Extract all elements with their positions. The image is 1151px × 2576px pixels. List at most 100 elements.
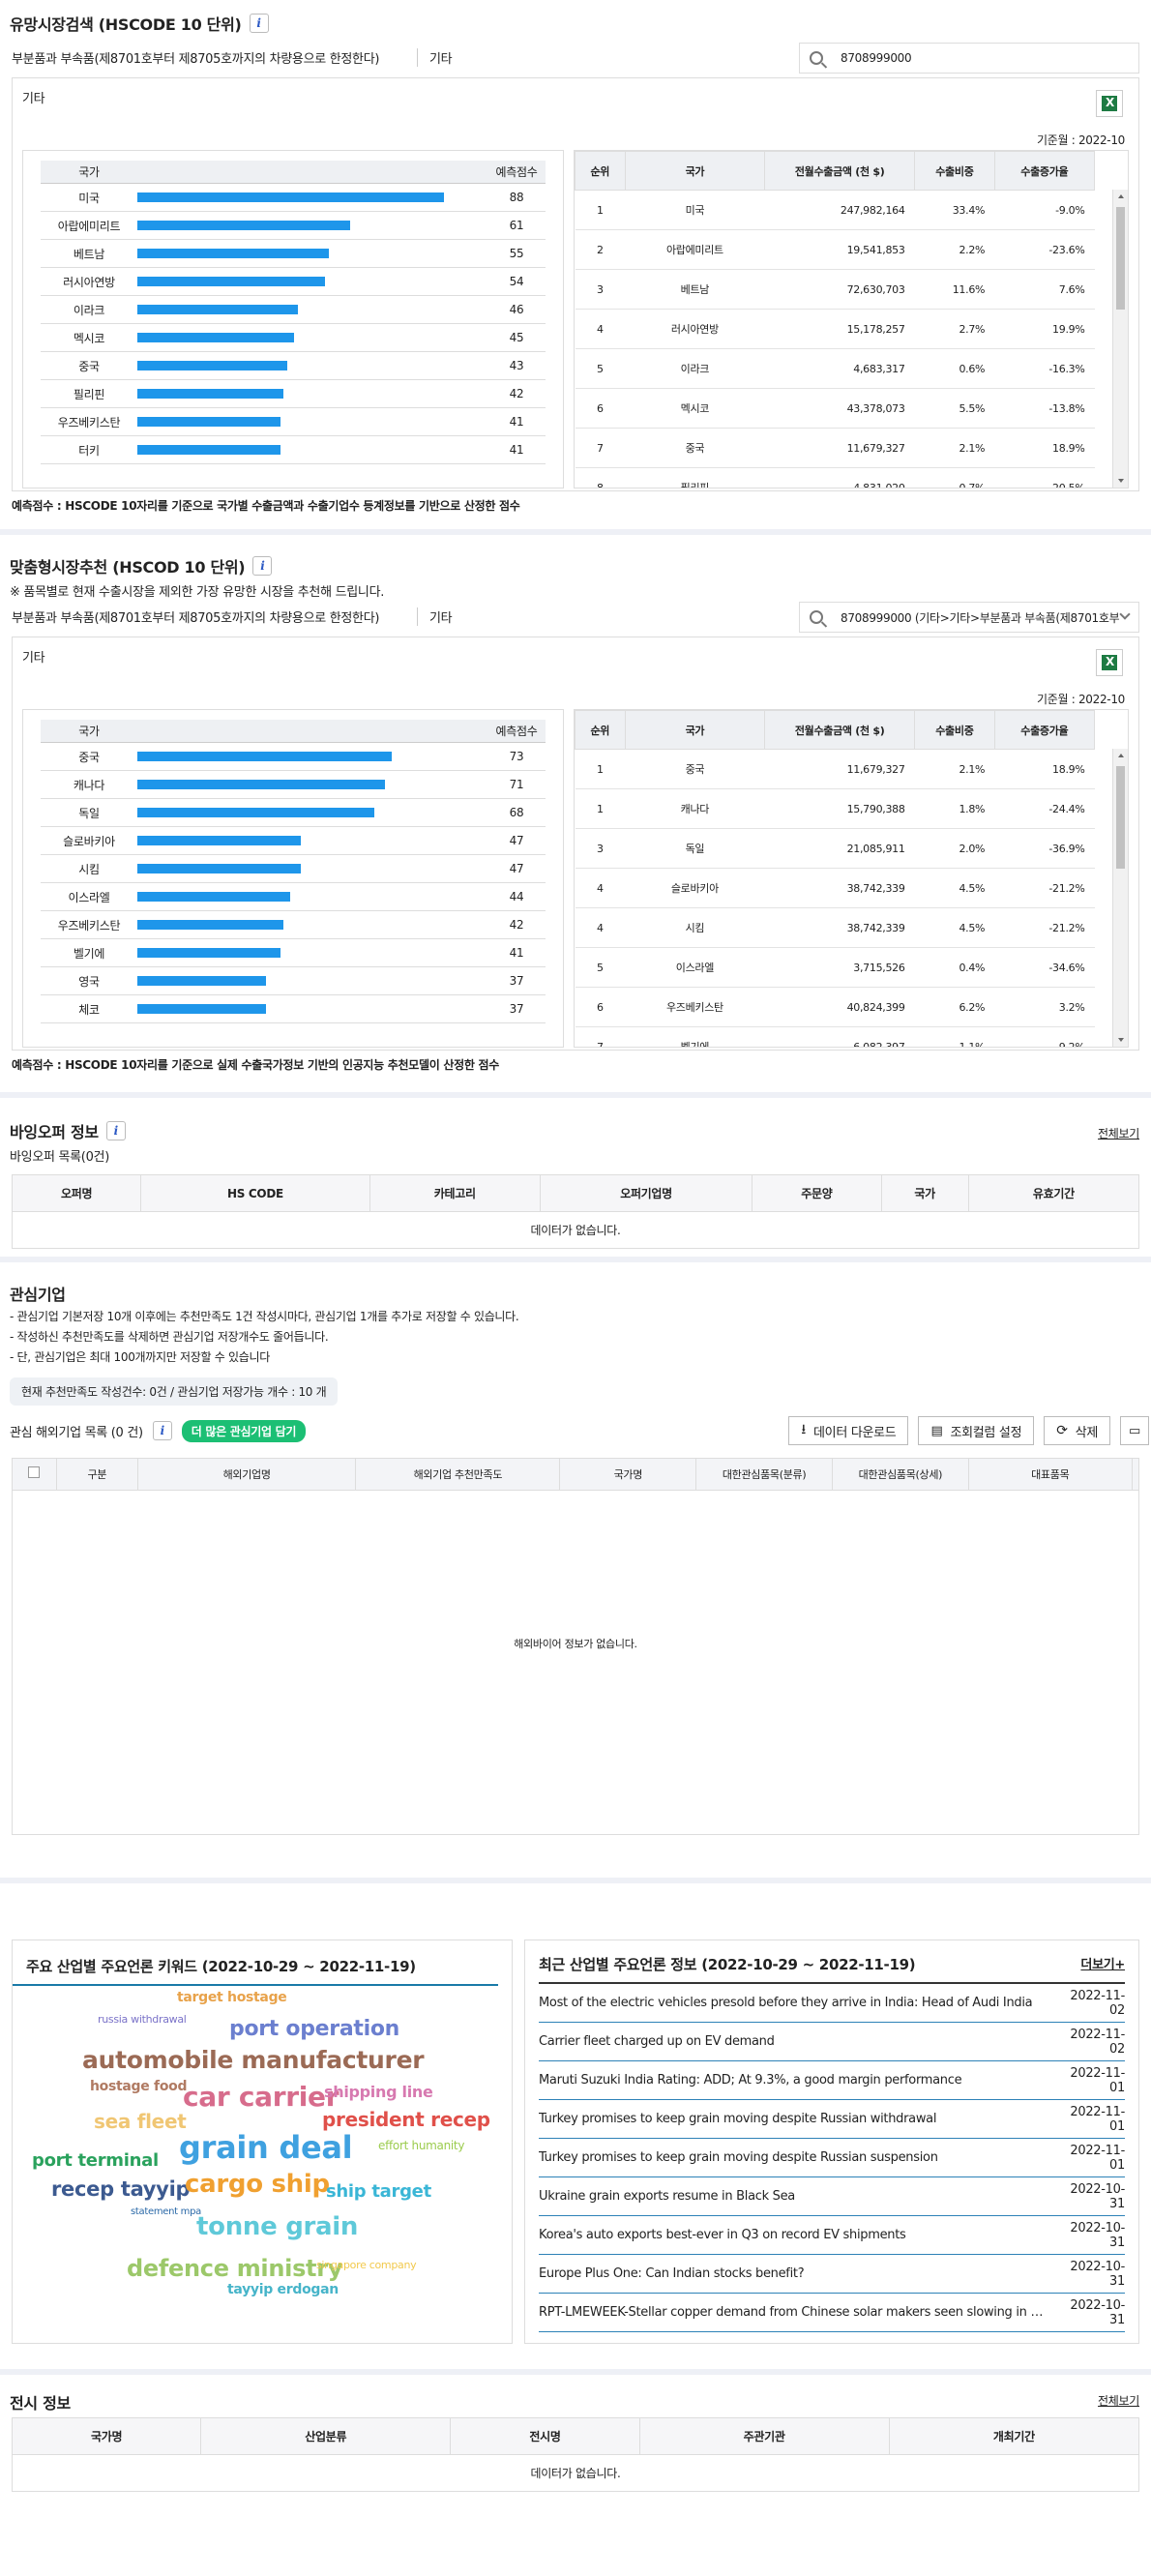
keyword[interactable]: defence ministry (127, 2255, 342, 2282)
news-item[interactable]: Ukraine grain exports resume in Black Se… (539, 2177, 1125, 2216)
column-header[interactable]: 해외기업명 (137, 1459, 357, 1491)
scrollbar[interactable] (1112, 190, 1128, 488)
column-header[interactable]: 전월수출금액 (천 $) (764, 710, 916, 750)
breadcrumb-item[interactable]: 기타 (418, 48, 453, 67)
keyword[interactable]: effort humanity (378, 2139, 464, 2152)
table-row[interactable]: 5 이스라엘 3,715,526 0.4% -34.6% (575, 947, 1095, 988)
column-header[interactable]: 국가 (624, 151, 766, 191)
news-title[interactable]: Europe Plus One: Can Indian stocks benef… (539, 2266, 1057, 2281)
export-table[interactable]: 순위 국가 전월수출금액 (천 $) 수출비중 수출증가율 1 미국 247,982,164 3… (574, 150, 1129, 489)
table-row[interactable]: 2 아랍에미리트 19,541,853 2.2% -23.6% (575, 229, 1095, 270)
hscode-search-input[interactable]: 8708999000 (799, 43, 1139, 74)
excel-download-icon[interactable] (1096, 649, 1123, 676)
keyword[interactable]: port terminal (32, 2150, 159, 2171)
news-title[interactable]: RPT-LMEWEEK-Stellar copper demand from C… (539, 2305, 1057, 2320)
info-icon[interactable]: i (252, 556, 273, 576)
news-title[interactable]: Turkey promises to keep grain moving des… (539, 2150, 1057, 2165)
add-more-companies-button[interactable]: 더 많은 관심기업 담기 (181, 1419, 307, 1442)
keyword[interactable]: recep tayyip (51, 2177, 191, 2201)
hscode-select[interactable]: 8708999000 (기타>기타>부분품과 부속품(제8701호부 (799, 602, 1139, 633)
table-row[interactable]: 1 중국 11,679,327 2.1% 18.9% (575, 749, 1095, 789)
table-row[interactable]: 7 벨기에 6,082,397 1.1% -9.2% (575, 1026, 1095, 1047)
keyword[interactable]: automobile manufacturer (82, 2046, 425, 2074)
keyword[interactable]: tayyip erdogan (227, 2282, 339, 2297)
data-download-button[interactable]: ⭳ 데이터 다운로드 (788, 1416, 909, 1445)
column-header[interactable]: 홈 (1132, 1459, 1138, 1491)
table-row[interactable]: 4 슬로바키아 38,742,339 4.5% -21.2% (575, 868, 1095, 908)
breadcrumb-item[interactable]: 부분품과 부속품(제8701호부터 제8705호까지의 차량용으로 한정한다) (12, 607, 418, 626)
keyword[interactable]: singapore company (316, 2259, 417, 2271)
column-settings-button[interactable]: ▤ 조회컬럼 설정 (918, 1416, 1035, 1445)
column-header[interactable]: 순위 (575, 710, 626, 750)
news-item[interactable]: Turkey promises to keep grain moving des… (539, 2139, 1125, 2177)
info-icon[interactable]: i (152, 1421, 172, 1440)
column-header[interactable]: 수출증가율 (993, 710, 1096, 750)
info-icon[interactable]: i (249, 14, 269, 33)
table-row[interactable]: 6 멕시코 43,378,073 5.5% -13.8% (575, 388, 1095, 429)
news-item[interactable]: RPT-LMEWEEK-Stellar copper demand from C… (539, 2294, 1125, 2332)
table-row[interactable]: 3 독일 21,085,911 2.0% -36.9% (575, 828, 1095, 869)
column-header[interactable]: 대한관심품목(상세) (832, 1459, 969, 1491)
select-all-checkbox[interactable] (28, 1466, 41, 1479)
keyword[interactable]: president recep (322, 2108, 490, 2131)
keyword[interactable]: cargo ship (185, 2170, 330, 2199)
keyword[interactable]: ship target (326, 2181, 431, 2202)
card-view-icon[interactable]: ▭ (1120, 1416, 1149, 1445)
column-header[interactable]: 국가 (624, 710, 766, 750)
keyword[interactable]: target hostage (177, 1990, 287, 2005)
table-row[interactable]: 5 이라크 4,683,317 0.6% -16.3% (575, 348, 1095, 389)
news-item[interactable]: Europe Plus One: Can Indian stocks benef… (539, 2255, 1125, 2294)
column-header[interactable]: 국가명 (559, 1459, 697, 1491)
table-cell: 247,982,164 (764, 190, 915, 230)
news-title[interactable]: Carrier fleet charged up on EV demand (539, 2034, 1057, 2049)
news-title[interactable]: Turkey promises to keep grain moving des… (539, 2112, 1057, 2126)
excel-download-icon[interactable] (1096, 90, 1123, 117)
table-cell: 33.4% (914, 190, 995, 230)
table-row[interactable]: 4 시킴 38,742,339 4.5% -21.2% (575, 907, 1095, 948)
table-row[interactable]: 1 미국 247,982,164 33.4% -9.0% (575, 190, 1095, 230)
section-title: 유망시장검색 (HSCODE 10 단위) (10, 15, 242, 34)
table-row[interactable]: 7 중국 11,679,327 2.1% 18.9% (575, 428, 1095, 468)
keyword[interactable]: car carrier (183, 2081, 339, 2113)
breadcrumb-item[interactable]: 기타 (418, 607, 453, 626)
table-row[interactable]: 4 러시아연방 15,178,257 2.7% 19.9% (575, 309, 1095, 349)
keyword[interactable]: tonne grain (196, 2212, 358, 2241)
column-header[interactable]: 구분 (56, 1459, 139, 1491)
keyword[interactable]: sea fleet (94, 2110, 187, 2133)
keyword[interactable]: port operation (229, 2017, 399, 2041)
column-header[interactable]: 대한관심품목(분류) (695, 1459, 833, 1491)
view-all-link[interactable]: 전체보기 (1098, 1125, 1139, 1141)
table-row[interactable]: 8 필리핀 4,831,020 0.7% 20.5% (575, 467, 1095, 488)
news-title[interactable]: Maruti Suzuki India Rating: ADD; At 9.3%… (539, 2073, 1057, 2087)
keyword[interactable]: shipping line (324, 2083, 433, 2101)
scrollbar[interactable] (1112, 749, 1128, 1047)
keyword[interactable]: grain deal (179, 2129, 353, 2166)
export-table[interactable]: 순위 국가 전월수출금액 (천 $) 수출비중 수출증가율 1 중국 11,679,327 2.… (574, 709, 1129, 1048)
news-item[interactable]: Carrier fleet charged up on EV demand 202… (539, 2023, 1125, 2061)
column-header[interactable]: 수출비중 (914, 151, 995, 191)
column-header[interactable]: 대표품목 (968, 1459, 1133, 1491)
column-header[interactable]: 수출비중 (914, 710, 995, 750)
delete-button[interactable]: ⟳ 삭제 (1044, 1416, 1111, 1445)
column-header[interactable]: 해외기업 추천만족도 (355, 1459, 561, 1491)
breadcrumb-item[interactable]: 부분품과 부속품(제8701호부터 제8705호까지의 차량용으로 한정한다) (12, 47, 418, 67)
news-item[interactable]: Korea's auto exports best-ever in Q3 on … (539, 2216, 1125, 2255)
table-row[interactable]: 1 캐나다 15,790,388 1.8% -24.4% (575, 788, 1095, 829)
column-header[interactable]: 순위 (575, 151, 626, 191)
table-row[interactable]: 6 우즈베키스탄 40,824,399 6.2% 3.2% (575, 987, 1095, 1027)
news-title[interactable]: Ukraine grain exports resume in Black Se… (539, 2189, 1057, 2204)
news-title[interactable]: Korea's auto exports best-ever in Q3 on … (539, 2228, 1057, 2242)
more-link[interactable]: 더보기+ (1080, 1954, 1125, 1974)
table-row[interactable]: 3 베트남 72,630,703 11.6% 7.6% (575, 269, 1095, 310)
news-item[interactable]: Turkey promises to keep grain moving des… (539, 2100, 1125, 2139)
info-icon[interactable]: i (105, 1121, 126, 1140)
news-title[interactable]: Most of the electric vehicles presold be… (539, 1996, 1057, 2010)
news-item[interactable]: Maruti Suzuki India Rating: ADD; At 9.3%… (539, 2061, 1125, 2100)
keyword[interactable]: hostage food (90, 2079, 188, 2094)
view-all-link[interactable]: 전체보기 (1098, 2392, 1139, 2409)
news-item[interactable]: Most of the electric vehicles presold be… (539, 1984, 1125, 2023)
keyword[interactable]: statement mpa (131, 2206, 201, 2217)
column-header[interactable]: 수출증가율 (993, 151, 1096, 191)
column-header[interactable]: 전월수출금액 (천 $) (764, 151, 916, 191)
keyword[interactable]: russia withdrawal (98, 2013, 187, 2026)
